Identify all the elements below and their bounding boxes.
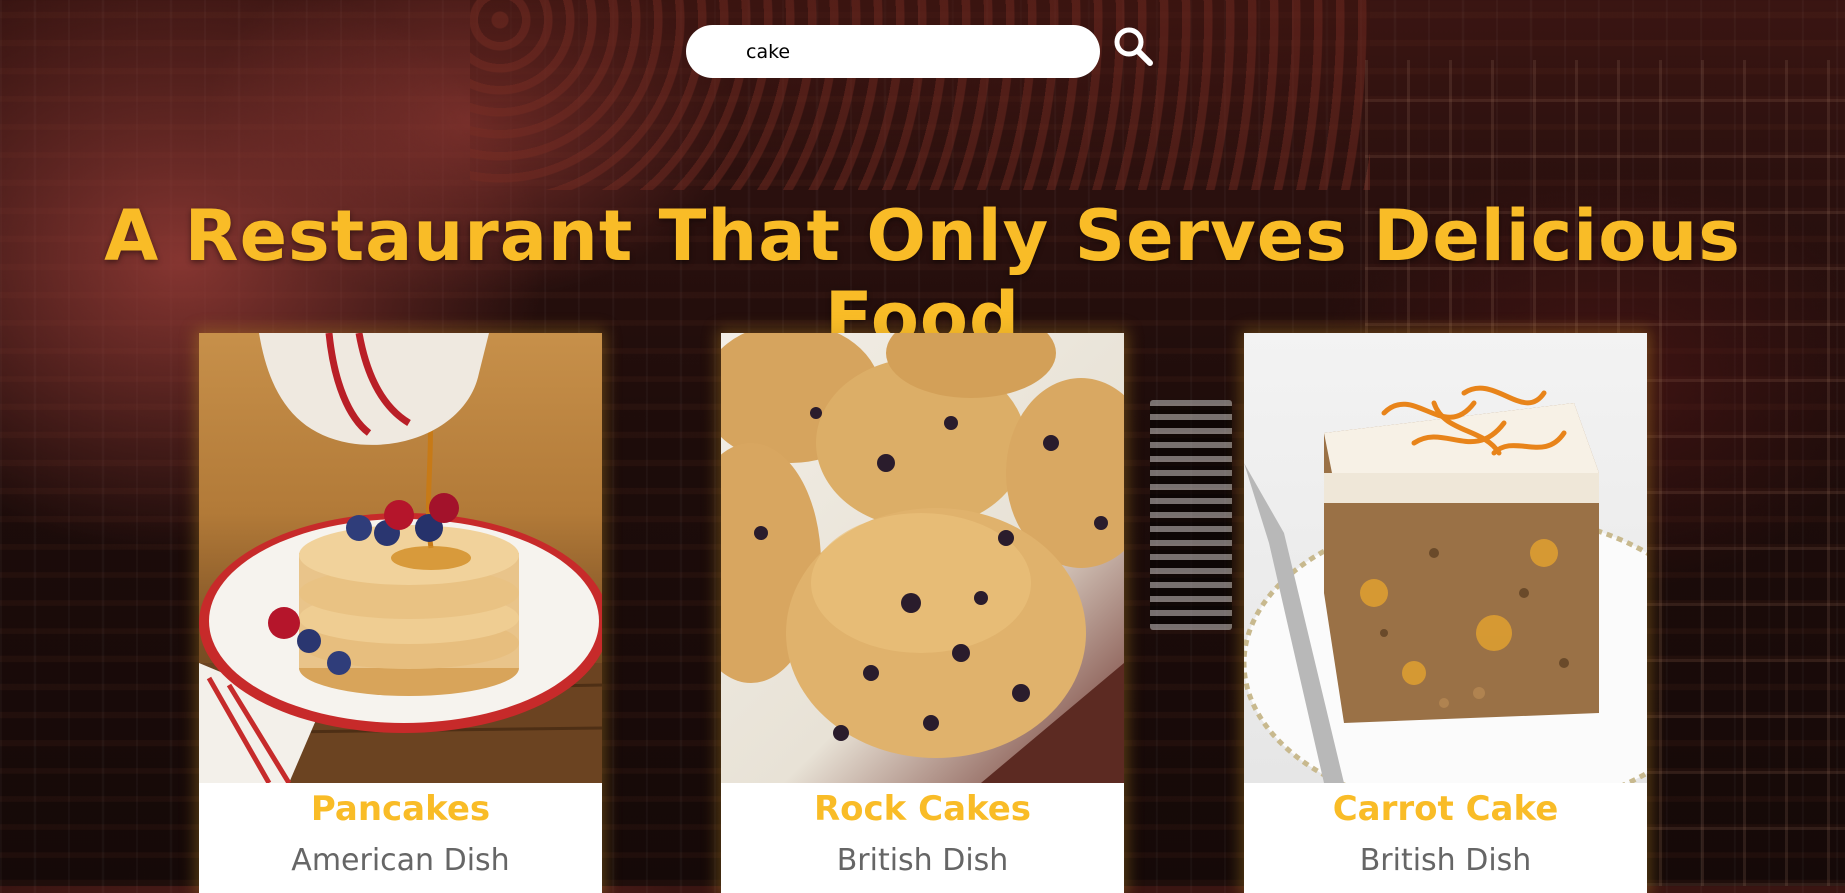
- background-lantern-decor: [1150, 400, 1232, 630]
- carrot-cake-photo: [1244, 333, 1647, 783]
- search-button[interactable]: [1112, 26, 1156, 68]
- search-bar: [686, 25, 1100, 78]
- dish-name: Rock Cakes: [813, 789, 1032, 829]
- rock-cakes-photo: [721, 333, 1124, 783]
- dish-cuisine: British Dish: [1359, 843, 1532, 878]
- dish-card-rock-cakes[interactable]: Rock Cakes British Dish: [721, 333, 1124, 893]
- dish-name: Carrot Cake: [1332, 789, 1559, 829]
- dish-cuisine: American Dish: [291, 843, 510, 878]
- search-icon: [1114, 27, 1153, 66]
- dish-card-pancakes[interactable]: Pancakes American Dish: [199, 333, 602, 893]
- dish-cuisine: British Dish: [836, 843, 1009, 878]
- dish-name: Pancakes: [310, 789, 491, 829]
- dish-card-carrot-cake[interactable]: Carrot Cake British Dish: [1244, 333, 1647, 893]
- pancakes-photo: [199, 333, 602, 783]
- search-input[interactable]: [746, 40, 1066, 63]
